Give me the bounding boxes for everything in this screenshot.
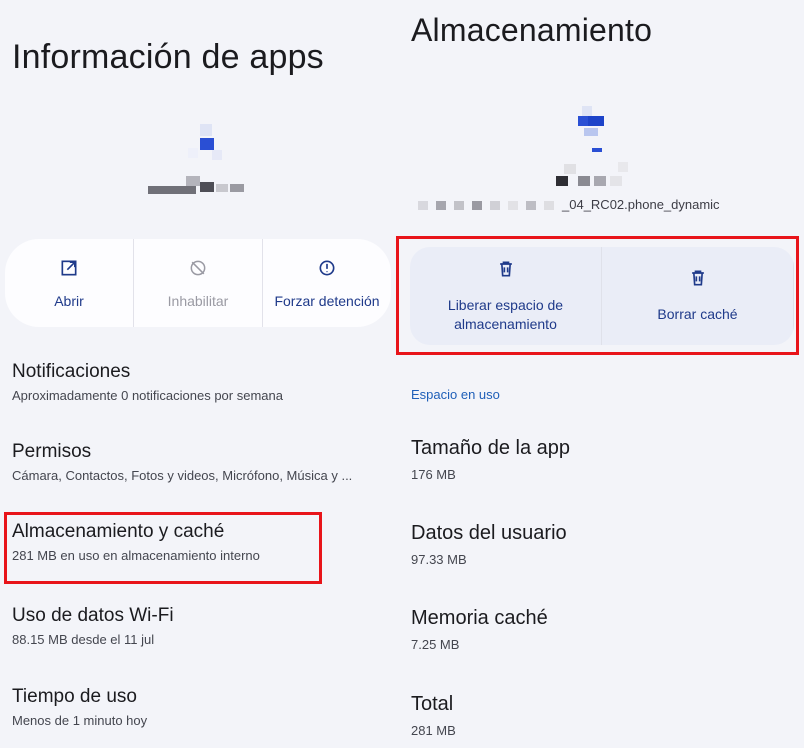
- stat-app-size: Tamaño de la app 176 MB: [411, 435, 570, 482]
- app-actions: Abrir Inhabilitar Forzar detención: [5, 239, 391, 327]
- stat-value: 97.33 MB: [411, 552, 467, 567]
- list-item-wifi-data[interactable]: Uso de datos Wi-Fi 88.15 MB desde el 11 …: [12, 604, 174, 647]
- stat-total: Total 281 MB: [411, 691, 456, 738]
- clear-storage-label: Liberar espacio de almacenamiento: [448, 296, 563, 334]
- app-icon: [148, 120, 252, 200]
- list-item-storage-cache[interactable]: Almacenamiento y caché 281 MB en uso en …: [12, 520, 260, 563]
- trash-icon: [688, 268, 708, 293]
- trash-icon: [496, 259, 516, 284]
- list-item-title: Permisos: [12, 441, 92, 462]
- stat-title: Total: [411, 693, 454, 715]
- disable-icon: [188, 258, 208, 283]
- stat-title: Datos del usuario: [411, 522, 567, 544]
- open-external-icon: [59, 258, 79, 283]
- stat-value: 176 MB: [411, 467, 456, 482]
- list-item-subtitle: Aproximadamente 0 notificaciones por sem…: [12, 388, 283, 403]
- page-title: Información de apps: [12, 38, 324, 76]
- alert-icon: [317, 258, 337, 283]
- disable-button[interactable]: Inhabilitar: [134, 239, 263, 327]
- list-item-title: Almacenamiento y caché: [12, 521, 225, 542]
- storage-actions: Liberar espacio de almacenamiento Borrar …: [410, 247, 794, 345]
- app-info-panel: Información de apps Abrir Inhabilitar Fo…: [0, 0, 396, 748]
- stat-cache: Memoria caché 7.25 MB: [411, 605, 548, 652]
- open-label: Abrir: [54, 292, 84, 309]
- force-stop-button[interactable]: Forzar detención: [263, 239, 391, 327]
- section-label-space-used: Espacio en uso: [411, 387, 500, 402]
- disable-label: Inhabilitar: [167, 292, 229, 309]
- package-suffix: _04_RC02.phone_dynamic: [562, 197, 720, 212]
- storage-panel: Almacenamiento _04_RC02.phone_dynamic Li…: [396, 0, 804, 748]
- stat-value: 281 MB: [411, 723, 456, 738]
- list-item-notifications[interactable]: Notificaciones Aproximadamente 0 notific…: [12, 360, 283, 403]
- clear-cache-label: Borrar caché: [657, 306, 738, 322]
- list-item-title: Notificaciones: [12, 361, 131, 382]
- open-button[interactable]: Abrir: [5, 239, 134, 327]
- list-item-screen-time[interactable]: Tiempo de uso Menos de 1 minuto hoy: [12, 685, 147, 728]
- list-item-subtitle: Cámara, Contactos, Fotos y videos, Micró…: [12, 468, 353, 483]
- list-item-subtitle: 281 MB en uso en almacenamiento interno: [12, 548, 260, 563]
- list-item-title: Uso de datos Wi-Fi: [12, 605, 174, 626]
- clear-cache-button[interactable]: Borrar caché: [602, 247, 794, 345]
- clear-storage-label-line2: almacenamiento: [454, 315, 557, 332]
- force-stop-label: Forzar detención: [274, 292, 380, 309]
- clear-storage-label-line1: Liberar espacio de: [447, 296, 564, 313]
- package-name: _04_RC02.phone_dynamic: [418, 197, 720, 212]
- app-icon: [556, 100, 654, 190]
- stat-title: Tamaño de la app: [411, 437, 571, 459]
- stat-user-data: Datos del usuario 97.33 MB: [411, 520, 567, 567]
- list-item-subtitle: Menos de 1 minuto hoy: [12, 713, 148, 728]
- list-item-subtitle: 88.15 MB desde el 11 jul: [12, 632, 155, 647]
- page-title: Almacenamiento: [411, 12, 653, 48]
- list-item-permissions[interactable]: Permisos Cámara, Contactos, Fotos y vide…: [12, 440, 352, 483]
- stat-title: Memoria caché: [411, 607, 548, 629]
- stat-value: 7.25 MB: [411, 637, 460, 652]
- list-item-title: Tiempo de uso: [12, 686, 137, 707]
- clear-storage-button[interactable]: Liberar espacio de almacenamiento: [410, 247, 602, 345]
